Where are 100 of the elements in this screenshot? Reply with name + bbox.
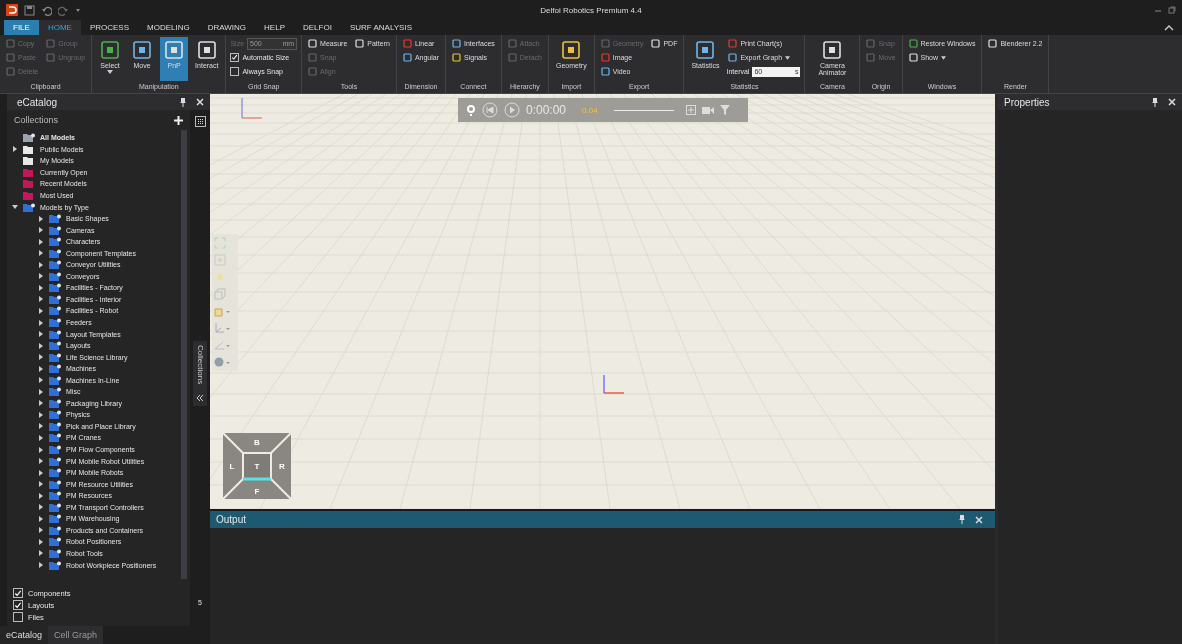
expand-arrow-icon[interactable] (38, 377, 44, 384)
tool-icon (355, 39, 365, 48)
ribbon-tab[interactable]: MODELING (138, 20, 199, 35)
ribbon-tab[interactable]: SURF ANALYSIS (340, 20, 421, 35)
expand-arrow-icon[interactable] (38, 481, 44, 488)
ribbon-tab[interactable]: FILE (4, 20, 39, 35)
expand-arrow-icon[interactable] (38, 515, 44, 522)
folder-icon (49, 445, 61, 455)
timeline-track[interactable] (613, 109, 674, 111)
tool-icon (988, 39, 998, 48)
folder-icon (49, 398, 61, 408)
expand-arrow-icon[interactable] (38, 458, 44, 465)
expand-arrow-icon[interactable] (38, 215, 44, 222)
tool-icon (651, 39, 661, 48)
folder-icon (49, 214, 61, 224)
axis-icon (241, 98, 263, 119)
tool-icon (694, 39, 717, 61)
collapse-ribbon-icon[interactable] (1164, 23, 1174, 32)
close-icon[interactable] (196, 98, 204, 106)
caret-icon (785, 55, 791, 60)
folder-icon (49, 479, 61, 489)
expand-arrow-icon[interactable] (38, 250, 44, 257)
tool-icon (99, 39, 122, 61)
folder-icon (49, 318, 61, 327)
checkbox[interactable] (230, 67, 240, 76)
folder-icon (49, 260, 61, 270)
expand-arrow-icon[interactable] (38, 538, 44, 545)
folder-icon (49, 525, 61, 535)
expand-arrow-icon[interactable] (38, 504, 44, 511)
expand-arrow-icon[interactable] (38, 296, 44, 303)
undo-icon[interactable] (41, 4, 52, 16)
folder-icon (49, 421, 61, 431)
ribbon-tab[interactable]: DELFOI (294, 20, 341, 35)
close-icon[interactable] (975, 515, 983, 524)
checkbox[interactable] (13, 600, 23, 610)
ribbon-tab[interactable]: HOME (38, 20, 81, 35)
folder-icon (49, 433, 61, 443)
tool-icon (195, 39, 218, 61)
expand-arrow-icon[interactable] (38, 238, 44, 245)
expand-arrow-icon[interactable] (38, 527, 44, 534)
expand-arrow-icon[interactable] (38, 331, 44, 338)
caret-icon (941, 55, 947, 60)
folder-icon (49, 352, 61, 362)
expand-arrow-icon[interactable] (38, 227, 44, 234)
expand-panel-icon[interactable] (196, 394, 204, 403)
expand-arrow-icon[interactable] (38, 284, 44, 291)
ribbon-tab[interactable]: DRAWING (198, 20, 256, 35)
folder-icon (49, 514, 61, 524)
folder-icon (49, 468, 61, 478)
caret-icon (107, 70, 114, 74)
pin-icon[interactable] (958, 515, 966, 524)
save-icon[interactable] (24, 4, 35, 16)
pin-icon[interactable] (1151, 97, 1159, 107)
panel-tab[interactable]: Cell Graph (48, 626, 104, 644)
ribbon-tab[interactable]: HELP (255, 20, 294, 35)
expand-arrow-icon[interactable] (38, 469, 44, 476)
redo-icon[interactable] (58, 4, 69, 16)
window-title: Delfoi Robotics Premium 4.4 (539, 5, 643, 15)
app-logo-icon (6, 4, 18, 16)
expand-arrow-icon[interactable] (38, 307, 44, 314)
folder-icon (49, 329, 61, 339)
pin-icon[interactable] (179, 97, 187, 107)
expand-arrow-icon[interactable] (38, 319, 44, 326)
ribbon-tab[interactable]: PROCESS (80, 20, 139, 35)
restore-icon[interactable] (1168, 6, 1176, 14)
expand-arrow-icon[interactable] (12, 204, 18, 211)
folder-icon (49, 491, 61, 501)
expand-arrow-icon[interactable] (38, 400, 44, 407)
expand-arrow-icon[interactable] (38, 354, 44, 361)
view-cube[interactable]: B L T R F (222, 432, 292, 500)
expand-arrow-icon[interactable] (38, 273, 44, 280)
folder-icon (49, 225, 61, 235)
checkbox[interactable] (13, 612, 23, 622)
expand-arrow-icon[interactable] (38, 562, 44, 568)
expand-arrow-icon[interactable] (38, 446, 44, 453)
folder-icon (49, 364, 61, 374)
expand-arrow-icon[interactable] (38, 423, 44, 430)
expand-arrow-icon[interactable] (38, 261, 44, 268)
expand-arrow-icon[interactable] (38, 411, 44, 418)
folder-icon (49, 341, 61, 351)
checkbox[interactable] (230, 53, 240, 62)
close-icon[interactable] (1168, 98, 1176, 106)
scrollbar-thumb[interactable] (181, 130, 187, 579)
expand-arrow-icon[interactable] (12, 146, 18, 153)
customize-menu-icon[interactable] (75, 7, 81, 13)
section-title: Collections (14, 115, 59, 125)
add-icon[interactable] (173, 114, 184, 126)
expand-arrow-icon[interactable] (38, 342, 44, 349)
expand-arrow-icon[interactable] (38, 388, 44, 395)
folder-icon (49, 237, 61, 247)
tool-icon (163, 39, 186, 61)
expand-arrow-icon[interactable] (38, 435, 44, 441)
grid-view-icon[interactable] (194, 116, 206, 127)
panel-tab[interactable]: eCatalog (0, 626, 49, 644)
expand-arrow-icon[interactable] (38, 492, 44, 499)
expand-arrow-icon[interactable] (38, 365, 44, 372)
checkbox[interactable] (13, 588, 23, 598)
expand-arrow-icon[interactable] (38, 550, 44, 557)
settings-icon[interactable] (466, 104, 476, 116)
folder-icon (49, 548, 61, 558)
